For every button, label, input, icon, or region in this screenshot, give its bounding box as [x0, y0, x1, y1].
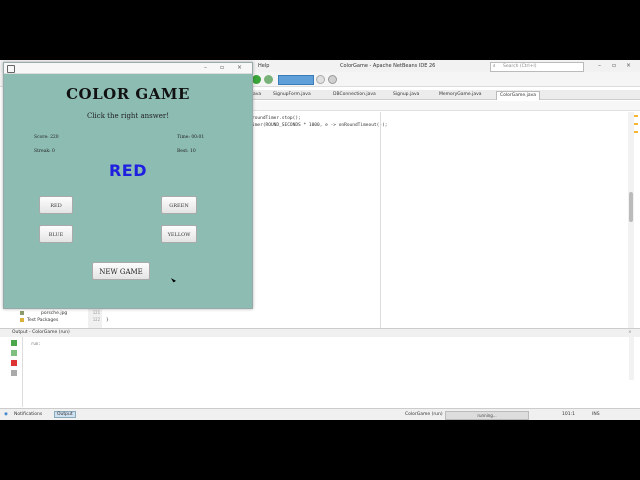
- notifications-icon[interactable]: ◉: [4, 412, 8, 417]
- status-bar: ◉ Notifications Output ColorGame (run) r…: [0, 408, 640, 420]
- color-word: RED: [108, 161, 148, 180]
- tab-signup[interactable]: Signup.java: [390, 91, 422, 99]
- output-side-toolbar: [8, 337, 20, 407]
- minimize-button[interactable]: –: [204, 64, 207, 71]
- memory-indicator[interactable]: [278, 75, 314, 85]
- scroll-thumb[interactable]: [629, 192, 633, 222]
- code-line: imer(ROUND_SECONDS * 1000, e -> onRoundT…: [252, 123, 388, 128]
- image-file-icon: [20, 310, 24, 315]
- output-panel-header: Output - ColorGame (run) ×: [0, 328, 640, 337]
- settings-icon[interactable]: [11, 370, 17, 376]
- gc-icon[interactable]: [328, 75, 337, 84]
- insert-mode: INS: [592, 412, 600, 417]
- red-answer-button[interactable]: RED: [39, 196, 73, 214]
- folder-icon: [20, 317, 24, 322]
- search-icon: ⌕: [493, 64, 496, 69]
- rerun-icon[interactable]: [11, 340, 17, 346]
- tab-dbconnection[interactable]: DBConnection.java: [330, 91, 379, 99]
- editor-tabs: ava SignupForm.java DBConnection.java Si…: [250, 90, 640, 100]
- java-app-icon: [7, 65, 15, 73]
- output-text: run:: [31, 341, 41, 346]
- time-label: Time: 00:01: [177, 135, 205, 140]
- game-title: COLOR GAME: [66, 85, 190, 103]
- tree-item[interactable]: Test Packages: [20, 317, 69, 324]
- ide-close-button[interactable]: ×: [626, 62, 631, 69]
- run-progress-bar[interactable]: running...: [445, 411, 529, 420]
- game-instruction: Click the right answer!: [86, 112, 170, 120]
- best-label: Best: 10: [177, 149, 196, 154]
- code-line: roundTimer.stop();: [252, 116, 301, 121]
- mouse-cursor: [170, 276, 177, 283]
- menu-help[interactable]: Help: [258, 63, 269, 69]
- ide-minimize-button[interactable]: –: [598, 62, 601, 69]
- output-console[interactable]: run:: [22, 337, 629, 407]
- close-button[interactable]: ×: [237, 64, 242, 71]
- profile-icon[interactable]: [316, 75, 325, 84]
- tab-signupform[interactable]: SignupForm.java: [270, 91, 314, 99]
- ide-search-box[interactable]: ⌕ Search (Ctrl+I): [490, 62, 584, 72]
- output-tab[interactable]: Output: [54, 411, 76, 418]
- streak-label: Streak: 0: [34, 149, 55, 154]
- color-game-window: – ▫ × COLOR GAME Click the right answer!…: [3, 62, 253, 309]
- ide-window-title: ColorGame - Apache NetBeans IDE 26: [340, 63, 436, 69]
- yellow-answer-button[interactable]: YELLOW: [161, 225, 197, 243]
- game-title-bar[interactable]: – ▫ ×: [4, 63, 252, 74]
- tab-memorygame[interactable]: MemoryGame.java: [436, 91, 485, 99]
- output-title[interactable]: Output - ColorGame (run): [12, 330, 70, 335]
- tree-item[interactable]: porsche.jpg: [20, 310, 69, 317]
- stop-icon[interactable]: [11, 360, 17, 366]
- debug-icon[interactable]: [264, 75, 273, 84]
- green-answer-button[interactable]: GREEN: [161, 196, 197, 214]
- desktop-screen: Help ColorGame - Apache NetBeans IDE 26 …: [0, 60, 640, 420]
- caret-position: 101:1: [562, 412, 575, 417]
- close-icon[interactable]: ×: [628, 330, 632, 335]
- tab-colorgame[interactable]: ColorGame.java: [496, 91, 541, 100]
- maximize-button[interactable]: ▫: [220, 64, 224, 71]
- run-status-label: ColorGame (run): [405, 412, 443, 417]
- editor-toolbar: [250, 101, 640, 111]
- ide-maximize-button[interactable]: ▫: [612, 62, 616, 69]
- score-label: Score: 220: [34, 135, 59, 140]
- run-icon[interactable]: [252, 75, 261, 84]
- new-game-button[interactable]: NEW GAME: [92, 262, 150, 280]
- rerun-debug-icon[interactable]: [11, 350, 17, 356]
- blue-answer-button[interactable]: BLUE: [39, 225, 73, 243]
- notifications-tab[interactable]: Notifications: [14, 412, 42, 417]
- search-input[interactable]: Search (Ctrl+I): [503, 64, 537, 69]
